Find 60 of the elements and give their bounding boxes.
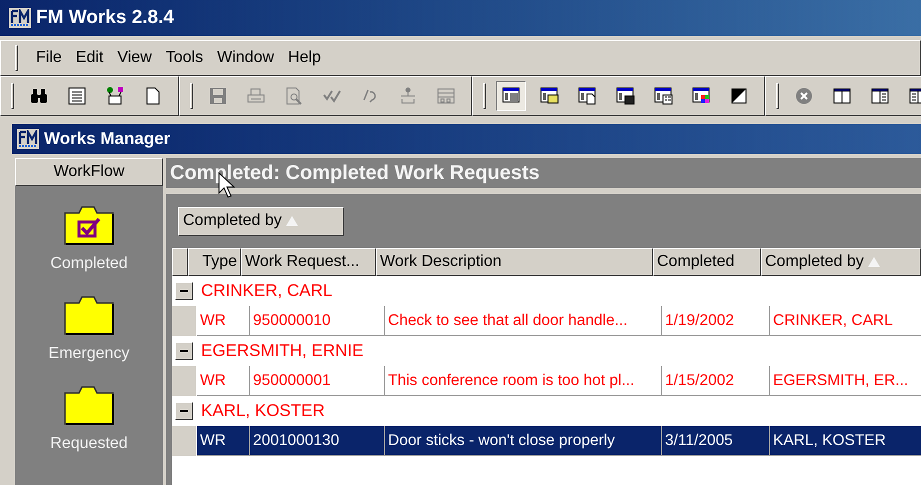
table-cell: CRINKER, CARL	[770, 306, 921, 336]
table-cell: This conference room is too hot pl...	[385, 366, 662, 396]
window-page-icon	[577, 86, 597, 106]
menu-item[interactable]: File	[36, 46, 62, 70]
window-save-icon	[615, 86, 635, 106]
column-header[interactable]: Work Description	[376, 248, 653, 276]
menu-item[interactable]: Tools	[166, 46, 204, 70]
table-row[interactable]: WR 950000001 This conference room is too hot pl... 1/15/2002 EGERSMITH, ER...	[172, 366, 921, 396]
save-icon	[208, 86, 228, 106]
table-cell: 1/15/2002	[662, 366, 770, 396]
table-cell: 2001000130	[250, 426, 385, 456]
table-cell: WR	[197, 306, 250, 336]
view-title-bar: Completed: Completed Work Requests	[166, 158, 921, 188]
child-window-title: Works Manager	[44, 128, 170, 150]
menu-item[interactable]: Window	[217, 46, 274, 70]
table-cell: KARL, KOSTER	[770, 426, 921, 456]
layout-icon	[436, 86, 456, 106]
toolbar-button[interactable]	[496, 81, 526, 111]
collapse-toggle[interactable]	[175, 342, 193, 360]
tree-icon	[398, 86, 418, 106]
shapes-icon	[105, 86, 125, 106]
collapse-toggle[interactable]	[175, 282, 193, 300]
table-cell: 1/19/2002	[662, 306, 770, 336]
table-cell: 950000010	[250, 306, 385, 336]
app-logo	[8, 7, 32, 29]
menu-item[interactable]: Help	[288, 46, 321, 70]
collapse-toggle[interactable]	[175, 402, 193, 420]
stop-icon	[794, 86, 814, 106]
column-header[interactable]: Work Request...	[241, 248, 376, 276]
contrast-icon	[729, 86, 749, 106]
table-cell: WR	[197, 426, 250, 456]
folder-icon[interactable]	[62, 384, 115, 426]
window-title: FM Works 2.8.4	[36, 6, 174, 30]
table-cell: 3/11/2005	[662, 426, 770, 456]
group-name: EGERSMITH, ERNIE	[201, 340, 364, 362]
group-by-button[interactable]: Completed by	[178, 206, 344, 236]
table-cell: EGERSMITH, ER...	[770, 366, 921, 396]
app-logo	[16, 128, 40, 150]
window-grid-icon	[653, 86, 673, 106]
group-name: KARL, KOSTER	[201, 400, 325, 422]
column-header[interactable]: Completed by	[761, 248, 921, 276]
column-header[interactable]: Type	[188, 248, 241, 276]
window-color-icon	[691, 86, 711, 106]
menu-item[interactable]: View	[117, 46, 152, 70]
window-folder-icon	[539, 86, 559, 106]
preview-icon	[284, 86, 304, 106]
table-cell: 950000001	[250, 366, 385, 396]
checked-folder-icon[interactable]	[63, 204, 115, 246]
table-cell: Check to see that all door handle...	[385, 306, 662, 336]
table-cell: WR	[197, 366, 250, 396]
workflow-header-button[interactable]: WorkFlow	[15, 158, 163, 186]
column-header[interactable]: Completed	[653, 248, 761, 276]
form-icon	[67, 86, 87, 106]
table-row[interactable]: WR 2001000130 Door sticks - won't close properly 3/11/2005 KARL, KOSTER	[172, 426, 921, 456]
group-name: CRINKER, CARL	[201, 280, 332, 302]
menu-item[interactable]: Edit	[76, 46, 104, 70]
table-cell: Door sticks - won't close properly	[385, 426, 662, 456]
binoculars-icon	[29, 86, 49, 106]
folder-icon[interactable]	[62, 294, 115, 336]
table-row[interactable]: WR 950000010 Check to see that all door handle... 1/19/2002 CRINKER, CARL	[172, 306, 921, 336]
